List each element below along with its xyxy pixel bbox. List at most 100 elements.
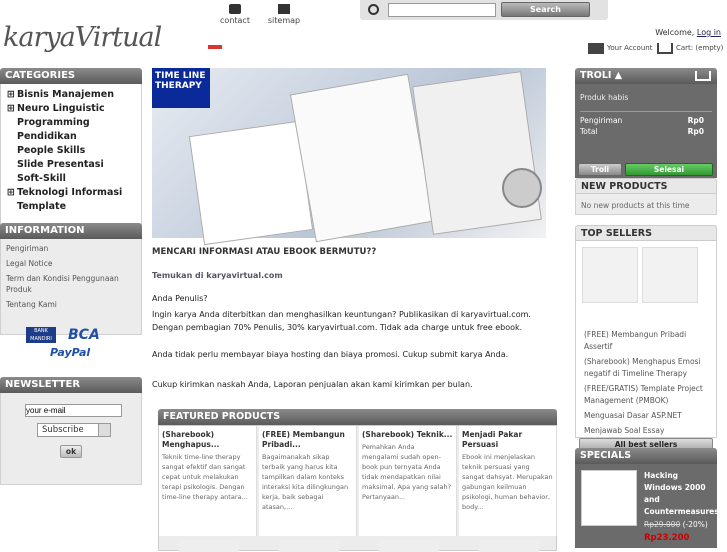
expand-icon[interactable]: ⊞ [7,186,17,200]
product-image[interactable] [279,540,339,552]
category-item[interactable]: Template [7,200,135,214]
cart-button[interactable]: Troli [578,163,622,176]
special-product-name[interactable]: Hacking Windows 2000 and Countermeasures [644,470,719,518]
special-product-image[interactable] [581,470,637,526]
product-image[interactable] [179,540,239,552]
category-item[interactable]: Pendidikan [7,130,135,144]
newsletter-title: NEWSLETTER [0,377,142,393]
cart-total-value: Rp0 [687,127,704,136]
top-sellers-body: (FREE) Membangun Pribadi Assertif (Shareb… [575,241,717,451]
new-products-title: NEW PRODUCTS [575,178,717,194]
categories-block: CATEGORIES ⊞ Bisnis Manajemen ⊞ Neuro Lingu… [0,68,142,230]
product-name[interactable]: (FREE) Membangun Pribadi... [262,430,353,450]
cart-body: Produk habis Pengiriman Rp0 Total Rp0 Trol… [575,84,717,178]
category-label: Bisnis Manajemen [17,89,114,100]
sitemap-link[interactable]: sitemap [266,4,302,25]
banner-book-cover: TIME LINE THERAPY [152,68,210,108]
newsletter-ok-button[interactable]: ok [60,445,82,458]
specials-body: Hacking Windows 2000 and Countermeasures… [575,464,719,548]
cart-shipping-label: Pengiriman [580,116,623,125]
product-description: Pemahkan Anda mengalami sudah open-book … [362,443,452,501]
featured-product[interactable]: (Sharebook) Menghapus... Teknik time-line… [159,426,257,552]
product-name[interactable]: (Sharebook) Teknik... [362,430,453,440]
cart-empty-text: Produk habis [580,93,629,102]
banner-disc [502,168,542,208]
product-name[interactable]: (Sharebook) Menghapus... [162,430,253,450]
contact-link[interactable]: contact [218,4,252,25]
specials-block: SPECIALS Hacking Windows 2000 and Counte… [575,448,719,548]
category-item[interactable]: ⊞ Teknologi Informasi [7,186,135,200]
top-seller-item[interactable]: Menguasai Dasar ASP.NET [584,410,714,422]
banner-image[interactable]: TIME LINE THERAPY [152,68,546,246]
checkout-button[interactable]: Selesai [625,163,713,176]
main-paragraph: Anda tidak perlu membayar biaya hosting … [152,350,509,359]
category-item[interactable]: ⊞ Bisnis Manajemen [7,88,135,102]
site-logo[interactable]: karyaVirtual [3,22,162,53]
product-name[interactable]: Menjadi Pakar Persuasi [462,430,553,450]
category-label: Slide Presentasi [17,159,104,170]
categories-title: CATEGORIES [0,68,142,84]
top-seller-item[interactable]: (FREE) Membangun Pribadi Assertif [584,329,714,353]
category-label: Template [17,201,67,212]
product-image[interactable] [479,540,539,552]
top-seller-item[interactable]: (Sharebook) Menghapus Emosi negatif di T… [584,356,714,380]
main-paragraph: Anda Penulis? [152,294,208,303]
product-description: Ebook ini menjelaskan teknik persuasi ya… [462,453,553,511]
information-link[interactable]: Pengiriman [6,243,136,254]
category-label: Teknologi Informasi [17,187,123,198]
top-seller-item[interactable]: (FREE/GRATIS) Template Project Managemen… [584,383,714,407]
categories-list: ⊞ Bisnis Manajemen ⊞ Neuro Linguistic Progr… [0,84,142,230]
category-item[interactable]: People Skills [7,144,135,158]
cart-icon [695,71,711,81]
category-label: Soft-Skill [17,173,66,184]
paypal-logo: PayPal [50,346,91,359]
mandiri-logo: BANK MANDIRI [26,327,56,343]
flag-icon[interactable] [208,45,222,49]
category-item[interactable]: ⊞ Neuro Linguistic Programming [7,102,135,130]
information-link[interactable]: Term dan Kondisi Penggunaan Produk [6,273,136,295]
category-item[interactable]: Soft-Skill [7,172,135,186]
special-discount: (-20%) [682,520,708,529]
information-link[interactable]: Tentang Kami [6,299,136,310]
newsletter-email-input[interactable] [25,404,122,417]
banner-book [289,73,435,243]
top-sellers-block: TOP SELLERS (FREE) Membangun Pribadi Ass… [575,225,717,451]
featured-product[interactable]: (FREE) Membangun Pribadi... Bagaimanakah … [259,426,357,552]
cart-title-label: TROLI ▲ [580,70,623,81]
search-button[interactable]: Search [501,2,590,17]
welcome-text: Welcome, Log in [655,28,721,37]
featured-product[interactable]: (Sharebook) Teknik... Pemahkan Anda menga… [359,426,457,552]
cart-icon [657,43,673,54]
new-products-block: NEW PRODUCTS No new products at this tim… [575,178,717,215]
expand-icon[interactable]: ⊞ [7,102,17,130]
category-item[interactable]: Slide Presentasi [7,158,135,172]
product-description: Bagaimanakah sikap terbaik yang harus ki… [262,453,349,511]
cart-link[interactable]: Cart: (empty) [676,44,723,52]
top-seller-thumbnail[interactable] [582,247,638,303]
top-sellers-title: TOP SELLERS [575,225,717,241]
search-input[interactable] [388,3,496,17]
featured-title: FEATURED PRODUCTS [158,409,557,425]
newsletter-select[interactable]: Subscribe [37,423,111,437]
cart-total-label: Total [580,127,598,136]
new-products-text: No new products at this time [575,194,717,215]
information-list: Pengiriman Legal Notice Term dan Kondisi P… [0,239,142,335]
expand-icon[interactable]: ⊞ [7,88,17,102]
featured-product[interactable]: Menjadi Pakar Persuasi Ebook ini menjelas… [459,426,557,552]
top-seller-thumbnail[interactable] [642,247,698,303]
top-seller-item[interactable]: Menjawab Soal Essay [584,425,714,437]
sitemap-label: sitemap [267,16,301,25]
login-link[interactable]: Log in [697,28,721,37]
cart-shipping-value: Rp0 [687,116,704,125]
information-link[interactable]: Legal Notice [6,258,136,269]
information-block: INFORMATION Pengiriman Legal Notice Term d… [0,223,142,335]
newsletter-block: NEWSLETTER Subscribe ok [0,377,142,485]
product-description: Teknik time-line therapy sangat efektif … [162,453,248,501]
your-account-link[interactable]: Your Account [607,44,652,52]
cart-title[interactable]: TROLI ▲ [575,68,717,84]
welcome-label: Welcome, [655,28,695,37]
search-icon [368,4,379,15]
banner-book [188,120,314,246]
product-image[interactable] [379,540,439,552]
category-label: People Skills [17,145,86,156]
